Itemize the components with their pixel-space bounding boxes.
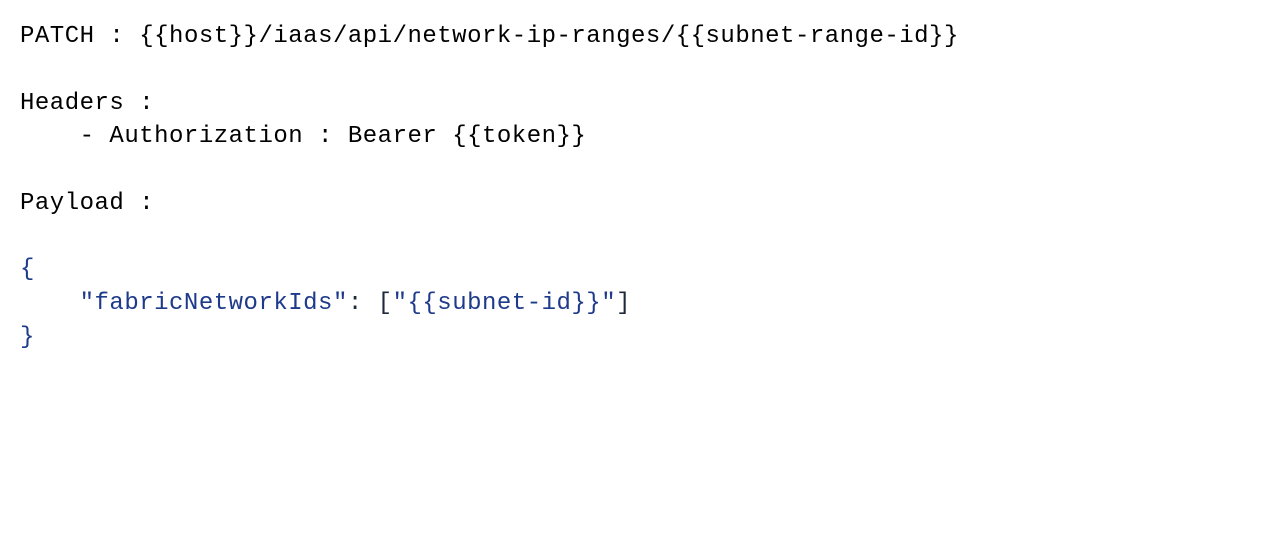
- blank-line: [20, 154, 1264, 187]
- json-colon: :: [348, 290, 378, 317]
- header-bullet: -: [20, 123, 109, 150]
- header-value: Bearer {{token}}: [348, 123, 586, 150]
- request-line: PATCH : {{host}}/iaas/api/network-ip-ran…: [20, 20, 1264, 54]
- request-url: {{host}}/iaas/api/network-ip-ranges/{{su…: [139, 23, 959, 50]
- header-name: Authorization: [109, 123, 303, 150]
- payload-label: Payload :: [20, 187, 1264, 221]
- blank-line: [20, 54, 1264, 87]
- headers-label: Headers :: [20, 87, 1264, 121]
- json-indent: [20, 290, 80, 317]
- method-sep: :: [95, 23, 140, 50]
- json-open-brace: {: [20, 253, 1264, 287]
- http-method: PATCH: [20, 23, 95, 50]
- json-property-line: "fabricNetworkIds": ["{{subnet-id}}"]: [20, 287, 1264, 321]
- json-close-brace: }: [20, 321, 1264, 355]
- json-array-open: [: [378, 290, 393, 317]
- header-item-authorization: - Authorization : Bearer {{token}}: [20, 120, 1264, 154]
- header-sep: :: [303, 123, 348, 150]
- json-key: "fabricNetworkIds": [80, 290, 348, 317]
- json-string-value: "{{subnet-id}}": [393, 290, 617, 317]
- json-array-close: ]: [616, 290, 631, 317]
- blank-line: [20, 220, 1264, 253]
